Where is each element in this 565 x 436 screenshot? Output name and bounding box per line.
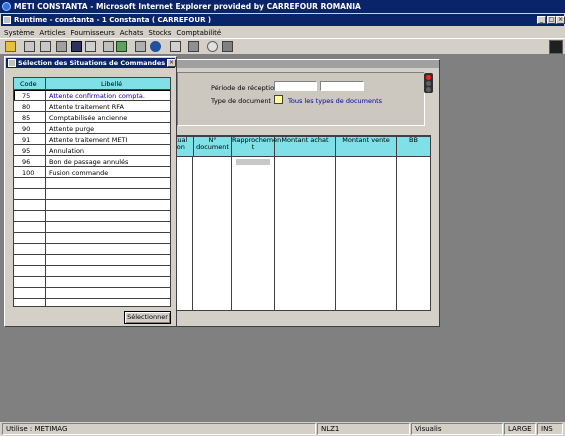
periode-from-input[interactable]	[274, 81, 317, 91]
periode-label: Période de réception :	[211, 84, 283, 92]
list-item[interactable]: 96 Bon de passage annulés	[14, 156, 170, 167]
grid-body	[174, 157, 430, 310]
open-folder-icon[interactable]	[5, 41, 16, 52]
menu-achats[interactable]: Achats	[120, 29, 144, 37]
dialog-list[interactable]: Code Libellé 75 Attente confirmation com…	[13, 77, 171, 307]
status-server: NLZ1	[317, 423, 410, 435]
list-item[interactable]: 100 Fusion commande	[14, 167, 170, 178]
menu-systeme[interactable]: Système	[4, 29, 34, 37]
minimize-button[interactable]: _	[537, 16, 546, 24]
tools-icon[interactable]	[135, 41, 146, 52]
logo-icon	[549, 40, 563, 54]
runtime-icon	[3, 16, 11, 24]
list-item[interactable]: 95 Annulation	[14, 145, 170, 156]
col-header-montant-achat[interactable]: Montant achat	[274, 136, 336, 157]
app-titlebar: METI CONSTANTA - Microsoft Internet Expl…	[0, 0, 565, 13]
col-header-code[interactable]: Code	[20, 80, 37, 88]
check-icon[interactable]	[116, 41, 127, 52]
cut-icon[interactable]	[103, 41, 114, 52]
status-ins: INS	[537, 423, 563, 435]
list-item[interactable]: 75 Attente confirmation compta.	[14, 90, 170, 101]
wand-icon[interactable]	[170, 41, 181, 52]
main-form: Période de réception : Type de document …	[172, 59, 440, 327]
menu-fournisseurs[interactable]: Fournisseurs	[71, 29, 115, 37]
doc2-icon[interactable]	[40, 41, 51, 52]
status-bar: Utilise : METIMAG NLZ1 Visualis LARGE IN…	[0, 422, 565, 436]
menu-stocks[interactable]: Stocks	[148, 29, 171, 37]
cd-icon[interactable]	[207, 41, 218, 52]
selection-dialog: Sélection des Situations de Commandes × …	[4, 56, 177, 327]
list-item[interactable]	[14, 244, 170, 255]
list-item[interactable]	[14, 189, 170, 200]
col-header-n-document[interactable]: N° document	[193, 136, 232, 157]
print-icon[interactable]	[85, 41, 96, 52]
list-item[interactable]	[14, 222, 170, 233]
menu-comptabilite[interactable]: Comptabilité	[176, 29, 221, 37]
close-button[interactable]: ×	[556, 16, 565, 24]
save-icon[interactable]	[71, 41, 82, 52]
filter-icon[interactable]	[188, 41, 199, 52]
list-item[interactable]	[14, 266, 170, 277]
maximize-button[interactable]: □	[547, 16, 556, 24]
col-header-montant-vente[interactable]: Montant vente	[335, 136, 397, 157]
list-item[interactable]	[14, 200, 170, 211]
col-header-rapprochement[interactable]: Rapprochemen t	[231, 136, 281, 157]
toolbar	[0, 38, 565, 55]
list-item[interactable]: 90 Attente purge	[14, 123, 170, 134]
key-icon[interactable]	[222, 41, 233, 52]
list-item[interactable]	[14, 178, 170, 189]
type-selector-box[interactable]	[274, 95, 283, 104]
traffic-light-icon	[424, 73, 433, 93]
list-item[interactable]	[14, 277, 170, 288]
type-value[interactable]: Tous les types de documents	[288, 97, 382, 105]
menu-articles[interactable]: Articles	[39, 29, 65, 37]
inner-titlebar: Runtime - constanta - 1 Constanta ( CARR…	[1, 14, 564, 26]
ie-icon	[2, 2, 11, 11]
col-header-bb[interactable]: BB	[396, 136, 431, 157]
list-item[interactable]	[14, 211, 170, 222]
main-form-header-strip	[173, 60, 439, 68]
list-item[interactable]	[14, 299, 170, 305]
inner-window-frame: Runtime - constanta - 1 Constanta ( CARR…	[0, 13, 565, 27]
dialog-title: Sélection des Situations de Commandes	[18, 59, 166, 67]
menu-bar: Système Articles Fournisseurs Achats Sto…	[0, 27, 565, 38]
select-button[interactable]: Sélectionner	[124, 311, 171, 324]
doc-icon[interactable]	[24, 41, 35, 52]
status-mode: Visualis	[411, 423, 503, 435]
doc3-icon[interactable]	[56, 41, 67, 52]
list-item[interactable]: 80 Attente traitement RFA	[14, 101, 170, 112]
inner-title: Runtime - constanta - 1 Constanta ( CARR…	[14, 16, 212, 24]
results-grid[interactable]: tual ion N° document Rapprochemen t Mont…	[173, 135, 431, 311]
list-item[interactable]: 91 Attente traitement METI	[14, 134, 170, 145]
col-header-libelle[interactable]: Libellé	[101, 80, 122, 88]
list-item[interactable]	[14, 233, 170, 244]
type-label: Type de document	[211, 97, 271, 105]
list-item[interactable]	[14, 288, 170, 299]
status-user: Utilise : METIMAG	[2, 423, 316, 435]
list-item[interactable]	[14, 255, 170, 266]
globe-icon[interactable]	[150, 41, 161, 52]
rapprochement-cell[interactable]	[236, 159, 270, 165]
col-header-actual[interactable]: tual ion	[174, 136, 194, 157]
dialog-icon	[8, 59, 16, 67]
list-item[interactable]: 85 Comptabilisée ancienne	[14, 112, 170, 123]
dialog-titlebar: Sélection des Situations de Commandes	[6, 58, 175, 68]
select-button-label: Sélectionner	[127, 313, 168, 321]
status-size: LARGE	[504, 423, 536, 435]
dialog-close-button[interactable]: ×	[167, 59, 176, 67]
app-title: METI CONSTANTA - Microsoft Internet Expl…	[14, 2, 361, 11]
periode-to-input[interactable]	[320, 81, 364, 91]
